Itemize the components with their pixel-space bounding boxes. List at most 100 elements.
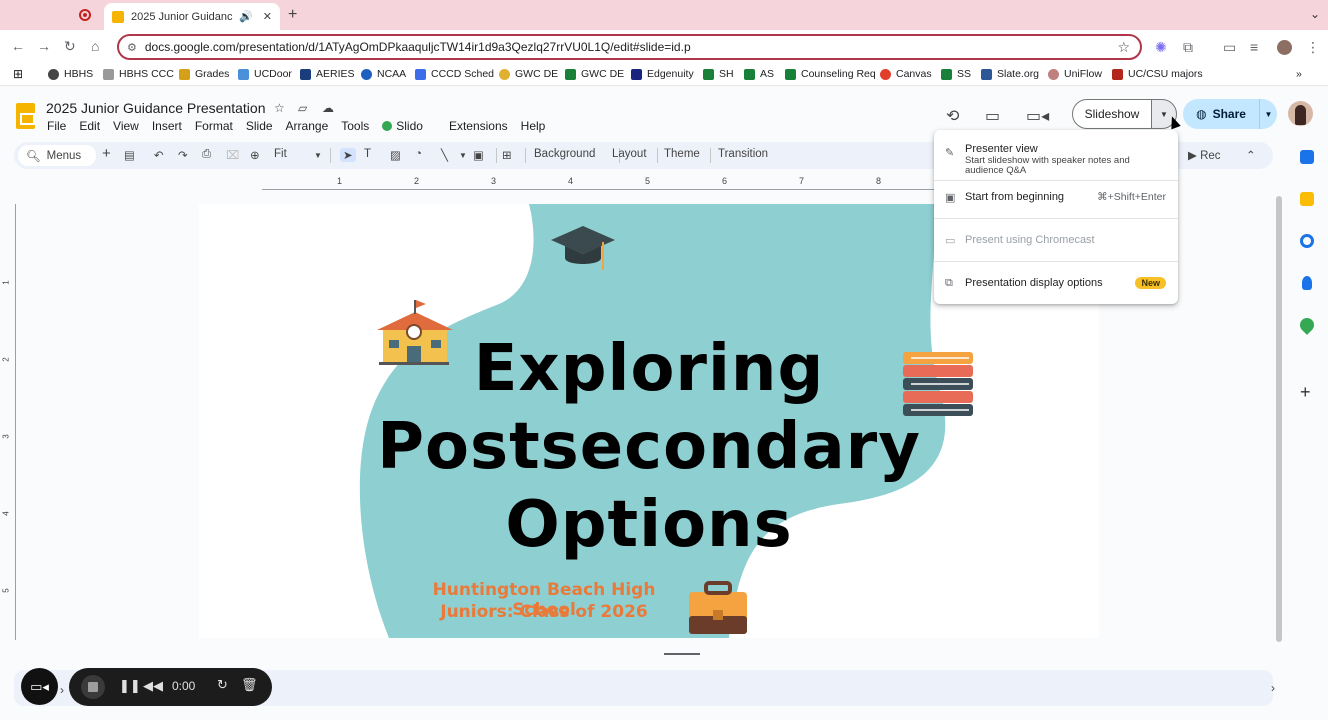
address-bar[interactable]: ⚙ docs.google.com/presentation/d/1ATyAgO… <box>117 34 1142 60</box>
calendar-icon[interactable] <box>1300 150 1314 164</box>
theme-button[interactable]: Theme <box>664 148 700 160</box>
line-chevron-icon[interactable]: ▼ <box>459 151 467 160</box>
reload-icon[interactable]: ↻ <box>64 38 76 55</box>
image-icon[interactable]: ▨ <box>390 148 401 162</box>
slideshow-button[interactable]: Slideshow <box>1072 99 1152 129</box>
keep-icon[interactable] <box>1300 192 1314 206</box>
bookmark-gwc-de-2[interactable]: GWC DE <box>565 68 624 80</box>
forward-icon[interactable]: → <box>37 38 51 54</box>
menu-view[interactable]: View <box>113 119 139 133</box>
text-box-icon[interactable]: T <box>364 148 371 160</box>
comment-insert-icon[interactable]: ⊞ <box>502 148 512 162</box>
bookmark-slate[interactable]: Slate.org <box>981 68 1039 80</box>
bookmark-ucdoor[interactable]: UCDoor <box>238 68 292 80</box>
restart-icon[interactable]: ↻ <box>217 677 228 693</box>
slide-title-line-3[interactable]: Options <box>199 488 1099 562</box>
redo-icon[interactable]: ↷ <box>178 148 188 162</box>
tab-search-chevron-icon[interactable]: ⌄ <box>1310 7 1320 21</box>
bookmark-ss[interactable]: SS <box>941 68 971 80</box>
camera-record-button[interactable]: ▭◂ <box>21 668 58 705</box>
close-tab-icon[interactable]: ✕ <box>263 10 272 23</box>
cloud-saved-icon[interactable]: ☁ <box>322 101 334 115</box>
bookmark-cccd-sched[interactable]: CCCD Sched <box>415 68 494 80</box>
cast-icon[interactable]: ▭ <box>1223 39 1236 56</box>
menu-arrange[interactable]: Arrange <box>286 119 329 133</box>
layout-select-icon[interactable]: ▤ <box>124 148 135 162</box>
rec-button[interactable]: ▶︎ Rec <box>1188 148 1221 162</box>
pause-icon[interactable]: ❚❚ <box>119 678 141 694</box>
bookmark-as[interactable]: AS <box>744 68 774 80</box>
contacts-icon[interactable] <box>1302 276 1312 290</box>
menu-slide[interactable]: Slide <box>246 119 273 133</box>
bookmark-ncaa[interactable]: NCAA <box>361 68 406 80</box>
browser-tab-active[interactable]: 2025 Junior Guidance Pre 🔊 ✕ <box>104 3 280 30</box>
site-settings-icon[interactable]: ⚙ <box>127 41 137 54</box>
menu-slido[interactable]: Slido <box>382 119 436 133</box>
menu-extensions[interactable]: Extensions <box>449 119 508 133</box>
maps-icon[interactable] <box>1297 315 1317 335</box>
vertical-scrollbar[interactable] <box>1276 196 1282 642</box>
media-control-icon[interactable]: ≡ <box>1250 39 1258 55</box>
shape-icon[interactable]: ◔ <box>415 148 422 160</box>
line-icon[interactable]: ╲ <box>441 148 448 162</box>
start-from-beginning-item[interactable]: ▣ Start from beginning ⌘+Shift+Enter <box>934 182 1178 216</box>
new-slide-icon[interactable]: + <box>102 145 111 162</box>
new-tab-icon[interactable]: + <box>288 6 297 24</box>
collapse-toolbar-icon[interactable]: ⌃ <box>1246 148 1256 162</box>
recorder-expand-icon[interactable]: › <box>60 683 64 697</box>
select-tool-icon[interactable]: ➤ <box>340 148 356 162</box>
zoom-chevron-icon[interactable]: ▼ <box>314 151 322 160</box>
account-avatar[interactable] <box>1288 101 1313 126</box>
zoom-select[interactable]: Fit <box>274 148 287 160</box>
background-button[interactable]: Background <box>534 148 595 160</box>
slide-subtitle-line-2[interactable]: Juniors: Class of 2026 <box>399 602 689 622</box>
extensions-icon[interactable]: ⧉ <box>1183 39 1193 56</box>
meet-video-icon[interactable]: ▭◂ <box>1026 106 1049 126</box>
bookmark-edgenuity[interactable]: Edgenuity <box>631 68 694 80</box>
menu-help[interactable]: Help <box>521 119 546 133</box>
bookmark-sh[interactable]: SH <box>703 68 734 80</box>
version-history-icon[interactable]: ⟲ <box>946 106 959 126</box>
bookmark-canvas[interactable]: Canvas <box>880 68 932 80</box>
menu-tools[interactable]: Tools <box>341 119 369 133</box>
menu-format[interactable]: Format <box>195 119 233 133</box>
bookmark-uc-csu-majors[interactable]: UC/CSU majors <box>1112 68 1203 80</box>
undo-icon[interactable]: ↶ <box>154 148 164 162</box>
bookmark-grades[interactable]: Grades <box>179 68 229 80</box>
bookmark-gwc-de-1[interactable]: GWC DE <box>499 68 558 80</box>
video-insert-icon[interactable]: ▣ <box>473 148 484 162</box>
present-chromecast-item[interactable]: ▭ Present using Chromecast <box>934 220 1178 258</box>
slide-title-line-2[interactable]: Postsecondary <box>199 410 1099 484</box>
comments-icon[interactable]: ▭ <box>985 106 1000 126</box>
bookmark-counseling-req[interactable]: Counseling Req <box>785 68 876 80</box>
share-button[interactable]: ◍ Share <box>1183 99 1259 129</box>
home-icon[interactable]: ⌂ <box>91 38 99 54</box>
menu-file[interactable]: File <box>47 119 66 133</box>
paint-format-icon[interactable]: ⌧ <box>226 148 239 162</box>
back-icon[interactable]: ← <box>11 38 25 54</box>
menus-search[interactable]: 🔍︎ Menus <box>18 145 96 166</box>
speaker-notes-drag-handle[interactable] <box>664 653 700 655</box>
recording-indicator-icon[interactable] <box>79 9 91 21</box>
layout-button[interactable]: Layout <box>612 148 647 160</box>
print-icon[interactable]: ⎙ <box>202 148 211 161</box>
audio-icon[interactable]: 🔊 <box>239 10 253 23</box>
bookmark-hbhs[interactable]: HBHS <box>48 68 93 80</box>
more-bookmarks-icon[interactable]: » <box>1296 68 1302 80</box>
slide-title-line-1[interactable]: Exploring <box>199 332 1099 406</box>
document-title[interactable]: 2025 Junior Guidance Presentation <box>46 100 265 116</box>
apps-grid-icon[interactable]: ⊞ <box>13 67 23 81</box>
bookmark-hbhs-ccc[interactable]: HBHS CCC <box>103 68 174 80</box>
ai-extension-icon[interactable]: ✺ <box>1155 39 1167 56</box>
bookmark-uniflow[interactable]: UniFlow <box>1048 68 1102 80</box>
zoom-icon[interactable]: ⊕ <box>250 148 260 162</box>
rewind-icon[interactable]: ◀◀ <box>143 678 163 694</box>
bookmark-aeries[interactable]: AERIES <box>300 68 355 80</box>
bookmark-star-icon[interactable]: ☆ <box>1117 39 1130 56</box>
display-options-item[interactable]: ⧉ Presentation display options New <box>934 263 1178 301</box>
add-addon-icon[interactable]: + <box>1300 382 1311 403</box>
stop-recording-button[interactable] <box>81 675 105 699</box>
menu-insert[interactable]: Insert <box>152 119 182 133</box>
menu-edit[interactable]: Edit <box>79 119 100 133</box>
transition-button[interactable]: Transition <box>718 148 768 160</box>
